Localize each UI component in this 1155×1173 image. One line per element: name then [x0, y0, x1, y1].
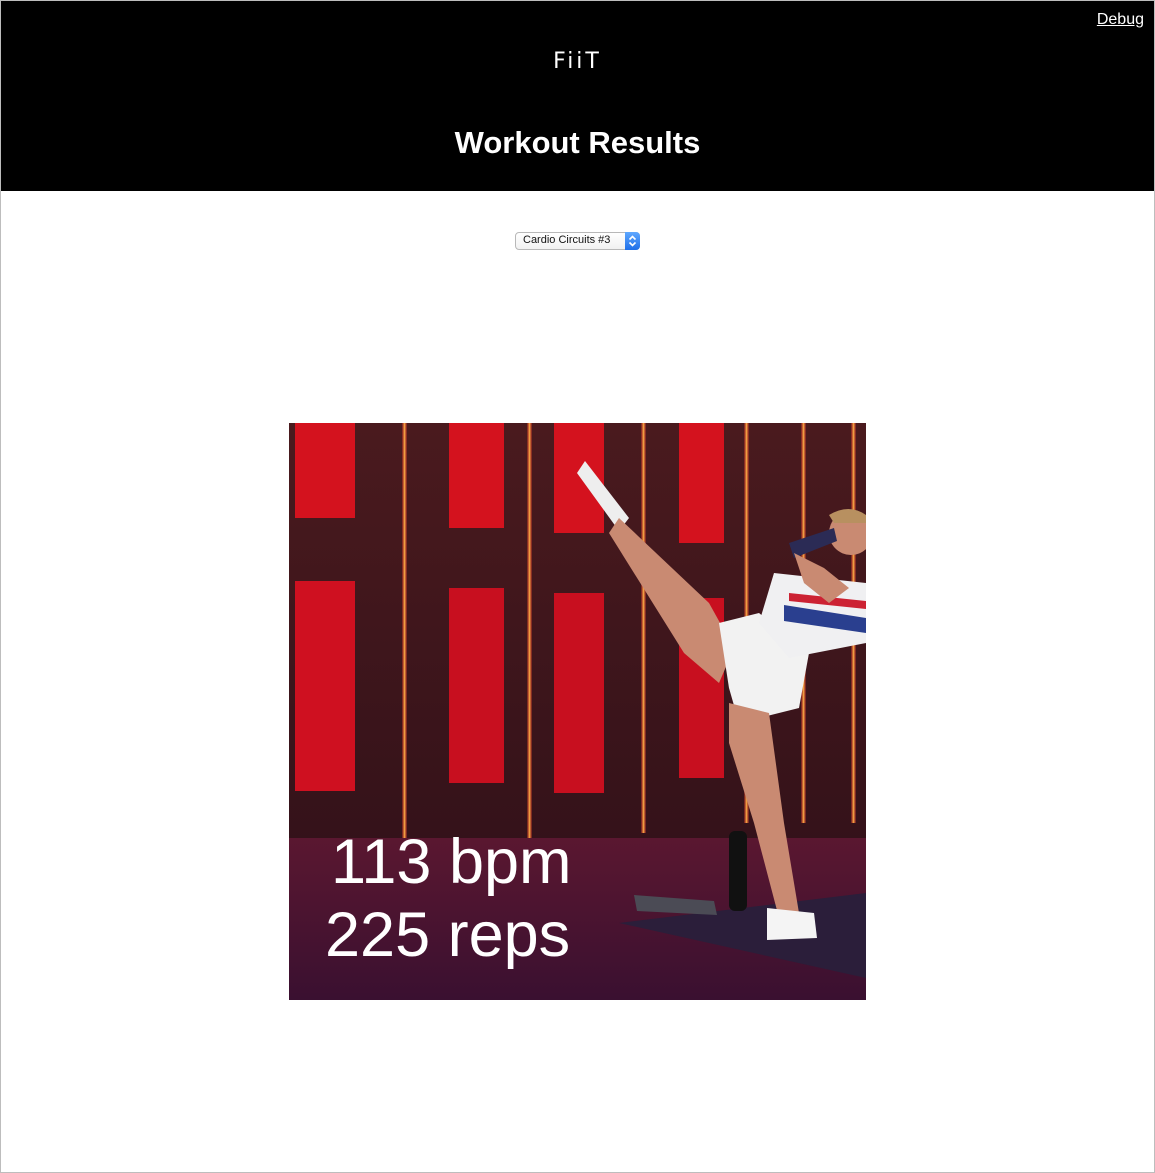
reps-stat: 225 reps [325, 900, 571, 970]
heart-rate-stat: 113 bpm [331, 827, 572, 897]
page-title: Workout Results [454, 125, 701, 160]
fiit-logo: FiiT [553, 49, 602, 74]
workout-select[interactable]: Cardio Circuits #3 [515, 232, 640, 250]
debug-link[interactable]: Debug [1097, 11, 1144, 29]
page: Debug FiiT Workout Results Cardio Circui… [0, 0, 1155, 1173]
select-updown-icon [625, 232, 640, 250]
header-bar: Debug FiiT Workout Results [1, 1, 1154, 191]
workout-hero-image: 113 bpm 225 reps [289, 423, 866, 1000]
workout-select-value: Cardio Circuits #3 [523, 234, 611, 246]
